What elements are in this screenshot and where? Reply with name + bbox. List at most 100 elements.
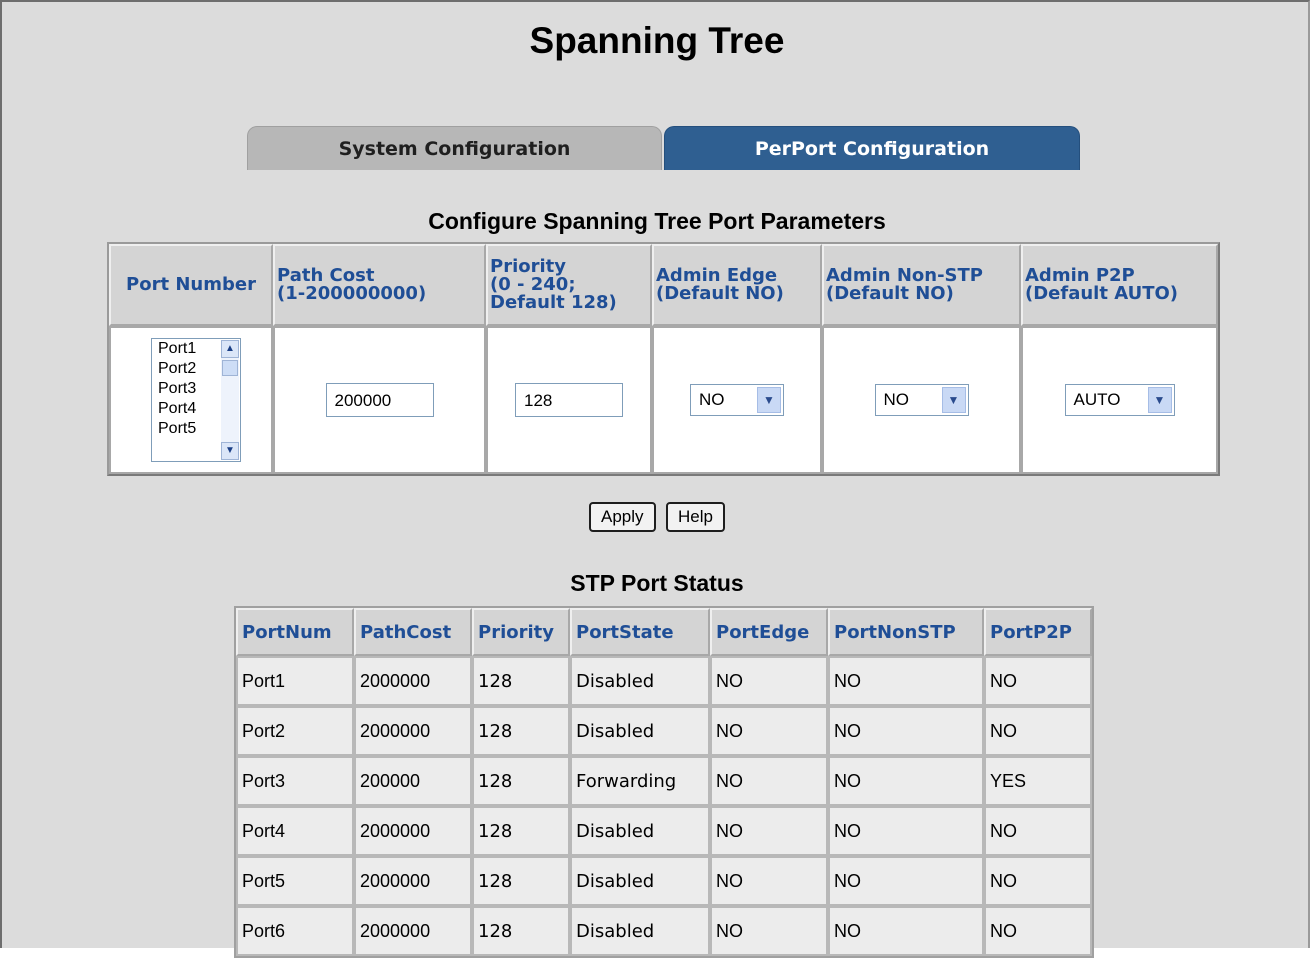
port-select-cell: Port1 Port2 Port3 Port4 Port5 ▲ ▼ [109,326,273,474]
table-cell: NO [984,906,1092,956]
table-cell: NO [710,806,828,856]
table-cell: NO [828,756,984,806]
table-cell: Port2 [236,706,354,756]
col-portp2p: PortP2P [984,608,1092,656]
table-cell: NO [984,806,1092,856]
table-cell: NO [828,806,984,856]
table-cell: Port6 [236,906,354,956]
header-path-cost: Path Cost (1-200000000) [273,244,486,326]
port-number-listbox[interactable]: Port1 Port2 Port3 Port4 Port5 ▲ ▼ [151,338,241,462]
chevron-down-icon[interactable]: ▼ [757,387,781,413]
scroll-down-icon[interactable]: ▼ [221,442,239,460]
header-admin-p2p: Admin P2P (Default AUTO) [1021,244,1218,326]
header-admin-non-stp-line2: (Default NO) [826,283,954,304]
table-cell: Port4 [236,806,354,856]
table-cell: NO [984,656,1092,706]
table-cell: Port1 [236,656,354,706]
table-cell: NO [710,906,828,956]
admin-non-stp-cell: NO ▼ [822,326,1021,474]
col-pathcost: PathCost [354,608,472,656]
table-cell: 128 [472,906,570,956]
table-row: Port5 2000000 128 Disabled NO NO NO [236,856,1092,906]
table-cell: 200000 [354,756,472,806]
header-admin-edge-line2: (Default NO) [656,283,784,304]
admin-edge-cell: NO ▼ [652,326,822,474]
table-cell: 128 [472,856,570,906]
table-row: Port4 2000000 128 Disabled NO NO NO [236,806,1092,856]
chevron-down-icon[interactable]: ▼ [941,387,966,413]
scroll-up-icon[interactable]: ▲ [221,340,239,358]
admin-non-stp-select-value: NO [883,390,910,409]
table-cell: Forwarding [570,756,710,806]
action-buttons: Apply Help [2,502,1312,532]
table-row: Port3 200000 128 Forwarding NO NO YES [236,756,1092,806]
admin-edge-select[interactable]: NO ▼ [690,384,784,416]
tab-perport-configuration[interactable]: PerPort Configuration [664,126,1080,170]
table-cell: NO [710,756,828,806]
table-cell: 2000000 [354,856,472,906]
path-cost-input[interactable]: 200000 [325,383,434,417]
col-portstate: PortState [570,608,710,656]
table-cell: 128 [472,656,570,706]
table-row: Port1 2000000 128 Disabled NO NO NO [236,656,1092,706]
table-cell: NO [828,906,984,956]
table-cell: Disabled [570,706,710,756]
admin-edge-select-value: NO [699,390,725,409]
page-frame: Spanning Tree System Configuration PerPo… [0,0,1312,958]
col-portedge: PortEdge [710,608,828,656]
header-port-number-label: Port Number [126,274,256,295]
listbox-scrollbar[interactable]: ▲ ▼ [221,340,239,460]
header-path-cost-line2: (1-200000000) [277,283,427,304]
header-admin-p2p-line2: (Default AUTO) [1025,283,1179,304]
table-cell: 128 [472,806,570,856]
table-cell: 2000000 [354,906,472,956]
status-section-title: STP Port Status [570,570,744,596]
table-cell: 2000000 [354,706,472,756]
table-cell: Disabled [570,656,710,706]
header-admin-edge: Admin Edge (Default NO) [652,244,822,326]
header-port-number: Port Number [109,244,273,326]
scroll-thumb[interactable] [222,360,238,376]
tab-system-configuration[interactable]: System Configuration [247,126,662,170]
table-cell: Port3 [236,756,354,806]
help-button[interactable]: Help [666,502,725,532]
priority-input[interactable]: 128 [515,383,623,417]
chevron-down-icon[interactable]: ▼ [1147,387,1172,413]
table-cell: Disabled [570,806,710,856]
header-priority-line3: Default 128) [490,292,617,313]
table-cell: NO [984,706,1092,756]
table-cell: Disabled [570,856,710,906]
header-priority: Priority (0 - 240; Default 128) [486,244,652,326]
table-row: Port2 2000000 128 Disabled NO NO NO [236,706,1092,756]
status-header-row: PortNum PathCost Priority PortState Port… [236,608,1092,656]
table-cell: NO [984,856,1092,906]
table-cell: NO [710,656,828,706]
priority-cell: 128 [486,326,652,474]
apply-button[interactable]: Apply [589,502,656,532]
admin-p2p-select[interactable]: AUTO ▼ [1064,384,1175,416]
table-cell: NO [828,656,984,706]
path-cost-cell: 200000 [273,326,486,474]
col-priority: Priority [472,608,570,656]
table-cell: NO [710,706,828,756]
table-cell: YES [984,756,1092,806]
table-cell: NO [828,706,984,756]
col-portnum: PortNum [236,608,354,656]
header-admin-non-stp: Admin Non-STP (Default NO) [822,244,1021,326]
stp-port-status-table: PortNum PathCost Priority PortState Port… [234,606,1094,958]
config-section-title: Configure Spanning Tree Port Parameters [428,208,886,234]
page-title: Spanning Tree [529,20,785,61]
table-cell: Port5 [236,856,354,906]
table-row: Port6 2000000 128 Disabled NO NO NO [236,906,1092,956]
table-cell: 128 [472,706,570,756]
table-cell: 2000000 [354,806,472,856]
table-cell: NO [710,856,828,906]
table-cell: Disabled [570,906,710,956]
admin-p2p-select-value: AUTO [1073,390,1121,409]
table-cell: NO [828,856,984,906]
admin-non-stp-select[interactable]: NO ▼ [874,384,969,416]
table-cell: 2000000 [354,656,472,706]
port-parameters-table: Port Number Path Cost (1-200000000) Prio… [107,242,1220,476]
admin-p2p-cell: AUTO ▼ [1021,326,1218,474]
table-cell: 128 [472,756,570,806]
